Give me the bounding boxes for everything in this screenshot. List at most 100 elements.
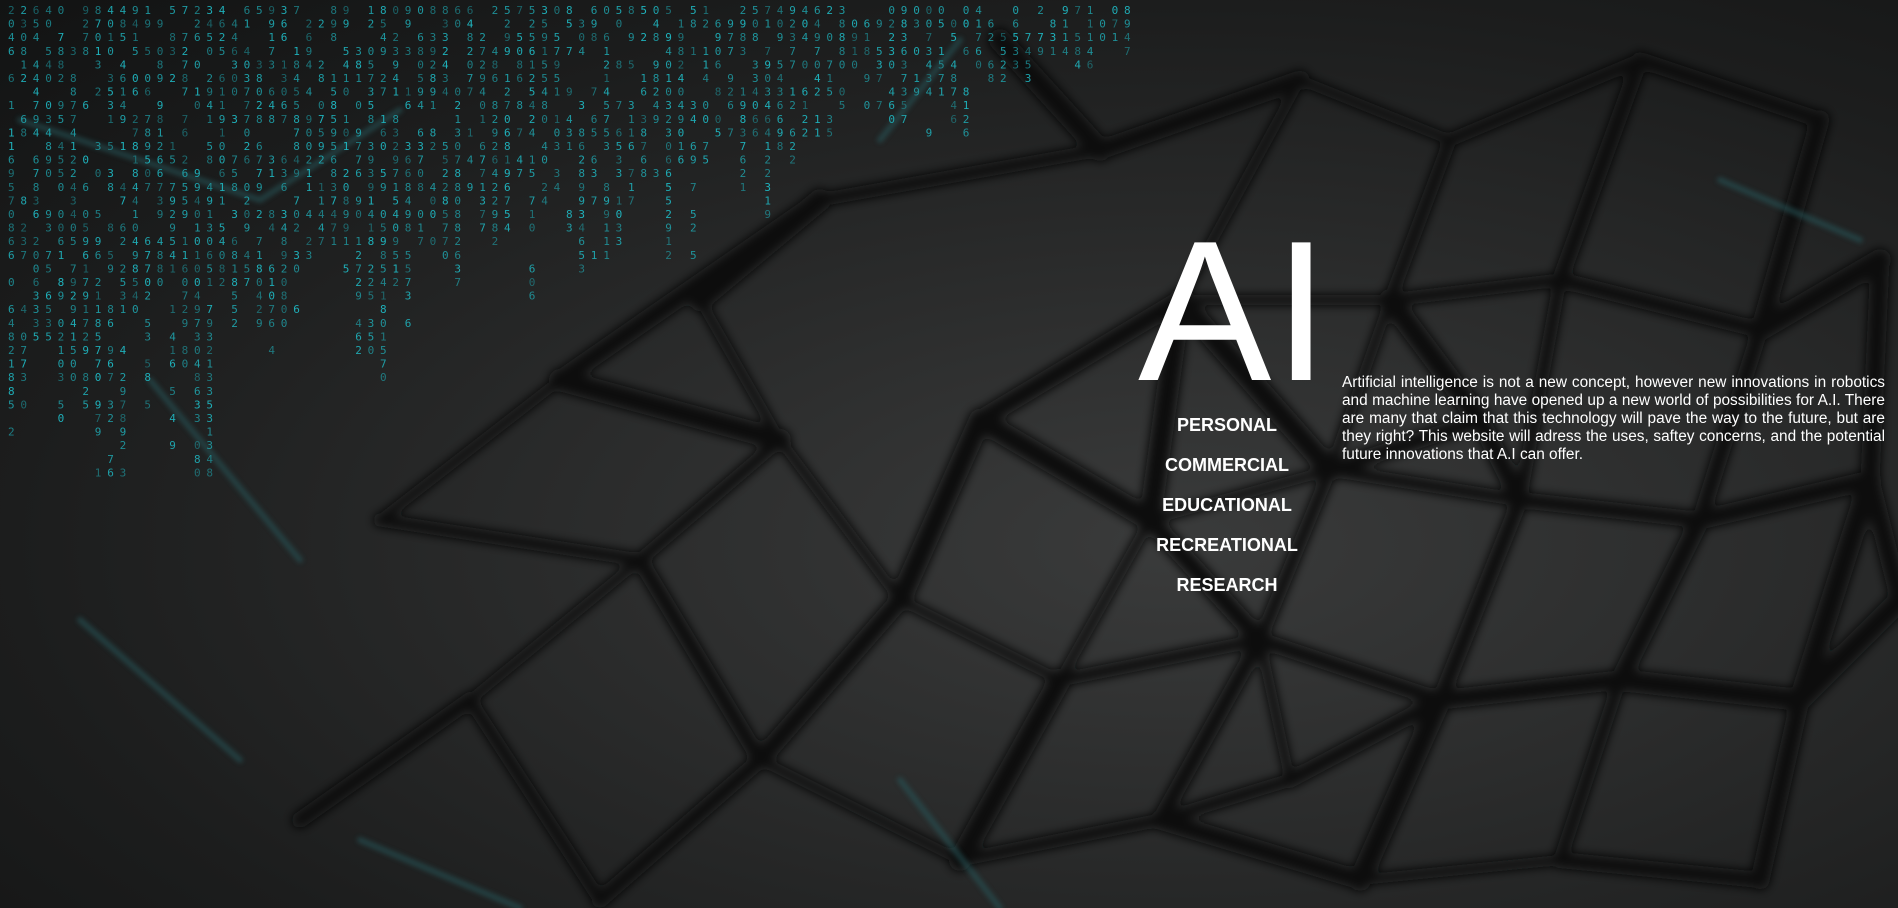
matrix-digit: 0: [219, 140, 226, 153]
matrix-digit: 0: [554, 4, 561, 17]
matrix-digit: 8: [430, 4, 437, 17]
matrix-digit: 7: [479, 208, 486, 221]
matrix-digit: 7: [690, 181, 697, 194]
matrix-digit: 9: [380, 235, 387, 248]
matrix-digit: 5: [554, 72, 561, 85]
matrix-digit: 3: [33, 317, 40, 330]
mesh-edge: [1053, 633, 1267, 687]
matrix-digit: 7: [479, 222, 486, 235]
matrix-digit: 0: [467, 58, 474, 71]
matrix-digit: 4: [492, 167, 499, 180]
matrix-digit: 9: [430, 86, 437, 99]
matrix-digit: 9: [132, 249, 139, 262]
matrix-digit: 5: [777, 58, 784, 71]
matrix-digit: 5: [665, 194, 672, 207]
matrix-digit: 3: [107, 72, 114, 85]
matrix-digit: 4: [653, 99, 660, 112]
matrix-digit: 0: [702, 99, 709, 112]
matrix-digit: 7: [876, 99, 883, 112]
matrix-digit: 4: [926, 58, 933, 71]
matrix-digit: 4: [206, 18, 213, 31]
matrix-digit: 6: [492, 72, 499, 85]
matrix-digit: 3: [306, 249, 313, 262]
matrix-digit: 4: [231, 18, 238, 31]
nav-link-commercial[interactable]: COMMERCIAL: [1127, 445, 1327, 485]
matrix-digit: 2: [802, 126, 809, 139]
matrix-digit: 0: [194, 58, 201, 71]
matrix-digit: 4: [529, 99, 536, 112]
matrix-digit: 0: [82, 208, 89, 221]
matrix-digit: 7: [70, 262, 77, 275]
matrix-digit: 0: [58, 317, 65, 330]
matrix-digit: 4: [268, 344, 275, 357]
matrix-digit: 3: [405, 45, 412, 58]
matrix-digit: 5: [690, 249, 697, 262]
nav-link-personal[interactable]: PERSONAL: [1127, 405, 1327, 445]
matrix-digit: 0: [702, 113, 709, 126]
matrix-digit: 3: [293, 249, 300, 262]
matrix-digit: 8: [206, 466, 213, 479]
matrix-digit: 4: [70, 208, 77, 221]
matrix-digit: 5: [231, 167, 238, 180]
nav-link-research[interactable]: RESEARCH: [1127, 565, 1327, 605]
matrix-digit: 8: [157, 249, 164, 262]
matrix-digit: 0: [950, 18, 957, 31]
matrix-digit: 5: [107, 249, 114, 262]
matrix-digit: 7: [529, 194, 536, 207]
matrix-digit: 5: [938, 58, 945, 71]
matrix-digit: 2: [430, 140, 437, 153]
matrix-digit: 4: [194, 358, 201, 371]
matrix-digit: 2: [231, 317, 238, 330]
mesh-edge: [375, 375, 565, 525]
matrix-digit: 0: [8, 18, 15, 31]
matrix-digit: 2: [802, 113, 809, 126]
matrix-digit: 8: [430, 126, 437, 139]
matrix-digit: 2: [70, 290, 77, 303]
matrix-digit: 4: [244, 45, 251, 58]
matrix-digit: 1: [603, 45, 610, 58]
matrix-digit: 1: [8, 99, 15, 112]
page-background: 2046611169570866064821885223081268823740…: [0, 0, 1898, 908]
matrix-digit: 8: [690, 18, 697, 31]
matrix-digit: 9: [392, 58, 399, 71]
mesh-edge: [1150, 810, 1370, 890]
matrix-digit: 4: [194, 194, 201, 207]
matrix-digit: 8: [1050, 18, 1057, 31]
nav-link-educational[interactable]: EDUCATIONAL: [1127, 485, 1327, 525]
matrix-digit: 0: [132, 72, 139, 85]
matrix-digit: 7: [95, 18, 102, 31]
matrix-digit: 4: [380, 276, 387, 289]
matrix-digit: 2: [640, 31, 647, 44]
matrix-digit: 4: [206, 181, 213, 194]
matrix-digit: 8: [616, 58, 623, 71]
matrix-digit: 1: [405, 86, 412, 99]
matrix-digit: 1: [206, 426, 213, 439]
matrix-digit: 8: [392, 113, 399, 126]
matrix-digit: 1: [95, 303, 102, 316]
matrix-digit: 1: [330, 235, 337, 248]
mesh-edge: [755, 755, 965, 865]
nav-link-recreational[interactable]: RECREATIONAL: [1127, 525, 1327, 565]
matrix-digit: 4: [120, 4, 127, 17]
matrix-digit: 0: [913, 45, 920, 58]
matrix-digit: 8: [231, 249, 238, 262]
matrix-digit: 1: [120, 86, 127, 99]
matrix-digit: 3: [690, 99, 697, 112]
matrix-digit: 3: [566, 126, 573, 139]
matrix-digit: 6: [330, 154, 337, 167]
matrix-digit: 4: [58, 140, 65, 153]
matrix-digit: 3: [442, 18, 449, 31]
matrix-digit: 9: [368, 154, 375, 167]
matrix-digit: 0: [603, 4, 610, 17]
matrix-digit: 9: [256, 181, 263, 194]
matrix-digit: 4: [764, 99, 771, 112]
matrix-digit: 6: [293, 303, 300, 316]
matrix-digit: 5: [45, 303, 52, 316]
matrix-digit: 0: [380, 208, 387, 221]
matrix-digit: 9: [144, 18, 151, 31]
matrix-digit: 8: [740, 31, 747, 44]
matrix-digit: 8: [268, 208, 275, 221]
matrix-digit: 4: [33, 58, 40, 71]
matrix-digit: 6: [777, 99, 784, 112]
matrix-digit: 4: [219, 4, 226, 17]
